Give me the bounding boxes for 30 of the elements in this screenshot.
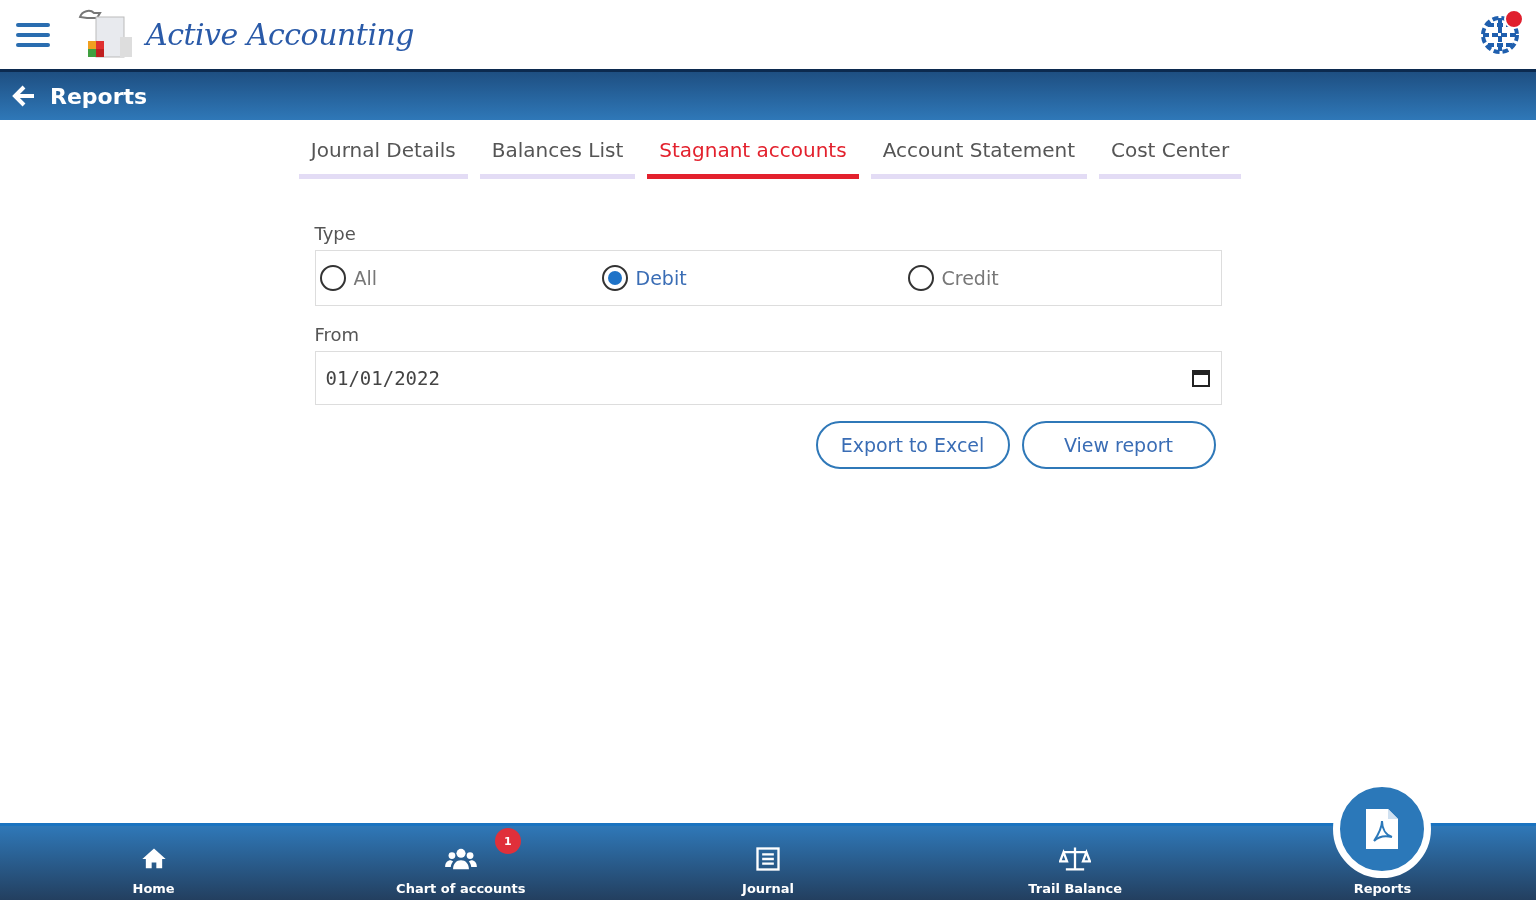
- radio-option[interactable]: All: [319, 265, 602, 291]
- tab[interactable]: Journal Details: [298, 138, 468, 179]
- nav-label[interactable]: Journal: [742, 881, 794, 896]
- tab[interactable]: Cost Center: [1099, 138, 1242, 179]
- calendar-icon[interactable]: [1191, 369, 1210, 387]
- globe-icon[interactable]: [1480, 14, 1520, 55]
- tab[interactable]: Account Statement: [870, 138, 1087, 179]
- date-field[interactable]: 01/01/2022: [314, 351, 1222, 405]
- radio-icon[interactable]: [319, 265, 346, 291]
- radio-icon[interactable]: [601, 265, 628, 291]
- nav-label[interactable]: Chart of accounts: [396, 881, 526, 896]
- tab[interactable]: Balances List: [479, 138, 636, 179]
- nav-label[interactable]: Reports: [1353, 881, 1412, 896]
- nav-label[interactable]: Home: [132, 881, 175, 896]
- radio-icon[interactable]: [907, 265, 934, 291]
- back-arrow-icon[interactable]: [12, 85, 36, 107]
- page-title: Reports: [50, 83, 148, 109]
- scale-icon: [1059, 845, 1092, 873]
- count-badge: 1: [494, 828, 521, 854]
- radio-option[interactable]: Debit: [601, 265, 908, 291]
- action-button[interactable]: View report: [1021, 421, 1216, 469]
- field-label: From: [314, 324, 360, 345]
- pdf-document-icon: [1364, 807, 1401, 851]
- radio-option[interactable]: Credit: [907, 265, 1208, 291]
- tab[interactable]: Stagnant accounts: [647, 138, 859, 179]
- field-label: Type: [314, 223, 356, 244]
- menu-icon[interactable]: [16, 20, 50, 49]
- nav-label[interactable]: Trail Balance: [1028, 881, 1123, 896]
- list-icon: [754, 845, 782, 873]
- action-button[interactable]: Export to Excel: [815, 421, 1010, 469]
